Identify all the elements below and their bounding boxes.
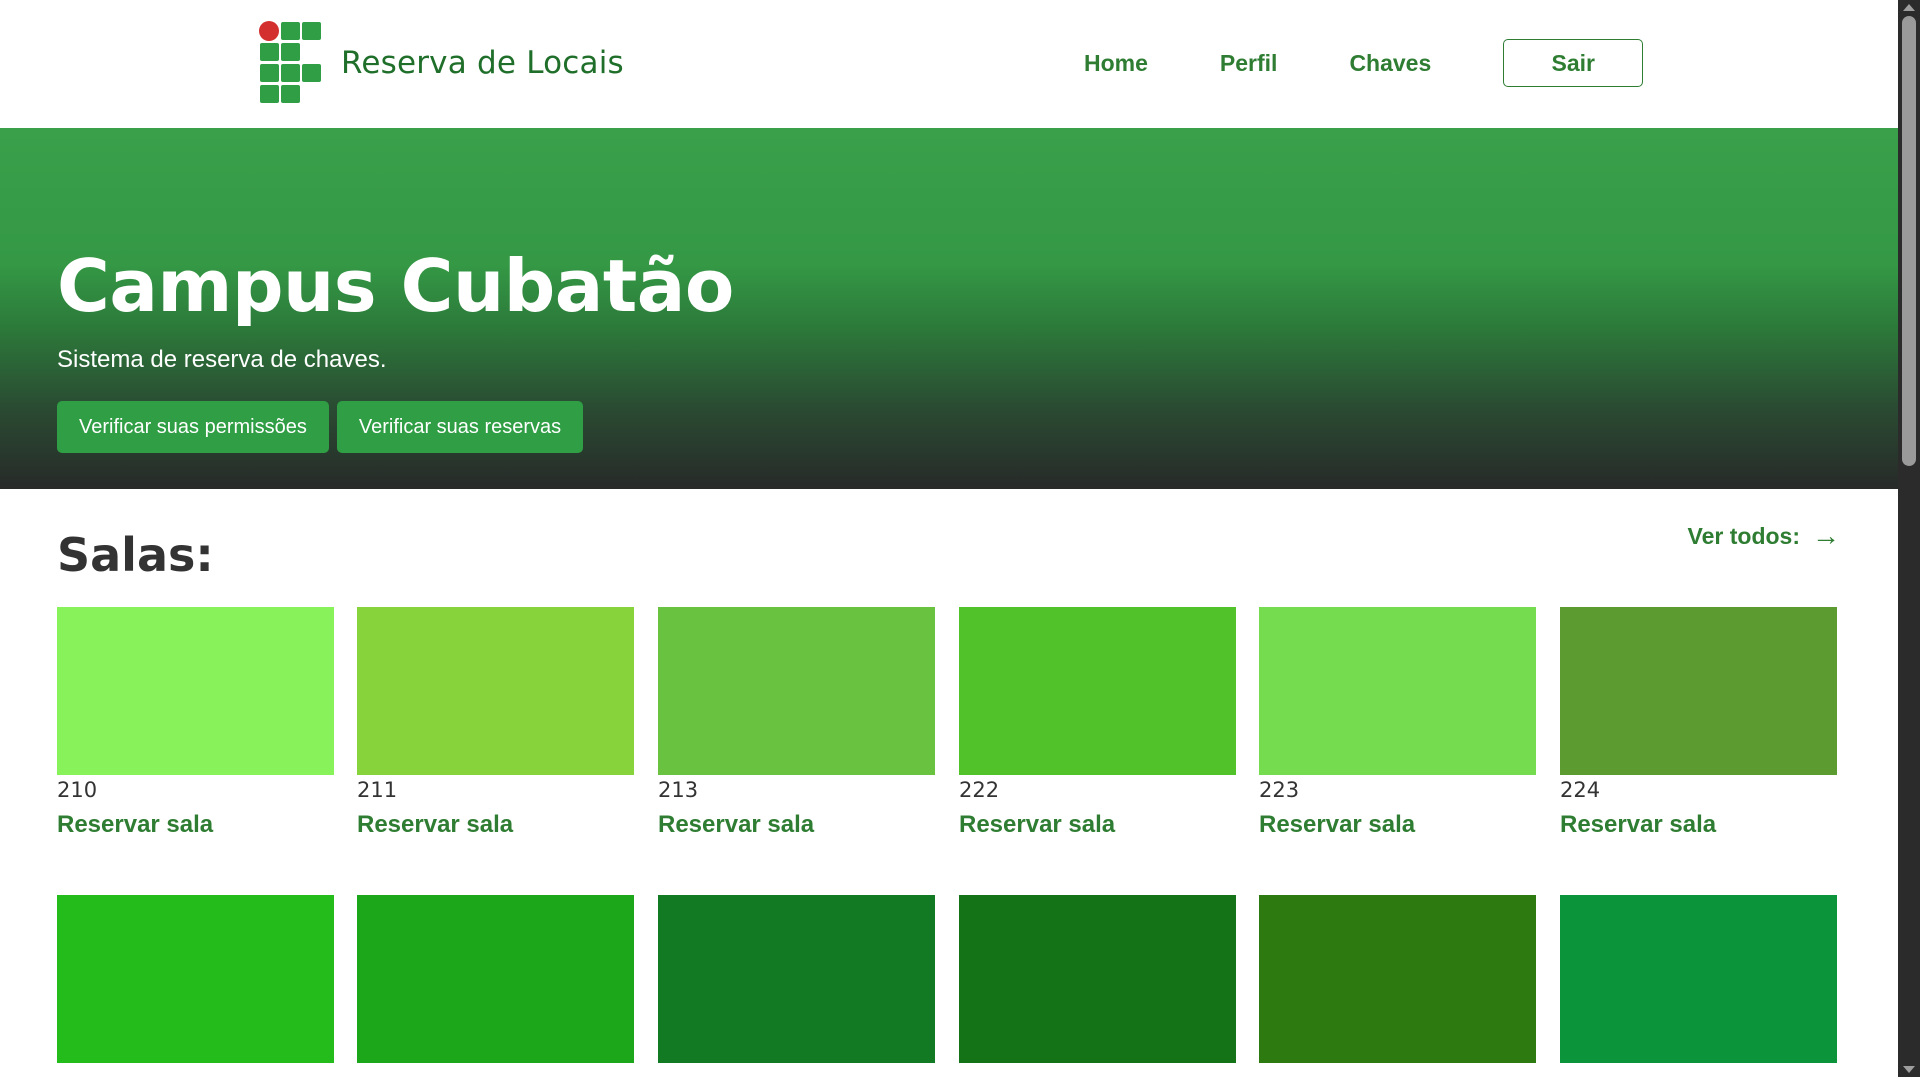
scrollbar-thumb[interactable] <box>1902 16 1916 466</box>
room-card: 223 Reservar sala <box>1259 607 1536 839</box>
brand[interactable]: Reserva de Locais <box>259 20 624 106</box>
room-number: 213 <box>658 778 699 802</box>
scroll-down-arrow-icon[interactable] <box>1903 1066 1915 1073</box>
room-card: 213 Reservar sala <box>658 607 935 839</box>
room-image[interactable] <box>357 607 634 775</box>
nav-links: Home Perfil Chaves Sair <box>1084 38 1644 88</box>
see-all-link[interactable]: Ver todos: → <box>1688 522 1840 550</box>
logo-square <box>302 22 321 40</box>
reserve-room-link[interactable]: Reservar sala <box>57 811 334 839</box>
reserve-room-link[interactable]: Reservar sala <box>1259 811 1536 839</box>
room-image[interactable] <box>658 607 935 775</box>
room-card <box>357 895 634 1063</box>
room-card: 211 Reservar sala <box>357 607 634 839</box>
room-number: 211 <box>357 778 398 802</box>
room-image[interactable] <box>1259 607 1536 775</box>
reserve-room-link[interactable]: Reservar sala <box>959 811 1236 839</box>
brand-title: Reserva de Locais <box>341 45 624 81</box>
logout-button[interactable]: Sair <box>1503 39 1644 87</box>
logo-square <box>281 22 300 40</box>
room-image[interactable] <box>1560 895 1837 1063</box>
room-card <box>1560 895 1837 1063</box>
room-card <box>959 895 1236 1063</box>
room-card: 222 Reservar sala <box>959 607 1236 839</box>
reserve-room-link[interactable]: Reservar sala <box>658 811 935 839</box>
hero-actions: Verificar suas permissões Verificar suas… <box>57 401 584 453</box>
room-number: 222 <box>959 778 1000 802</box>
arrow-right-icon: → <box>1812 520 1840 551</box>
logo-red-dot <box>259 21 279 41</box>
room-image[interactable] <box>357 895 634 1063</box>
room-card <box>57 895 334 1063</box>
reserve-room-link[interactable]: Reservar sala <box>1560 811 1837 839</box>
logo-square <box>281 43 300 61</box>
reserve-room-link[interactable]: Reservar sala <box>357 811 634 839</box>
logo-square <box>281 64 300 82</box>
nav-chaves-link[interactable]: Chaves <box>1349 38 1431 88</box>
logo-square <box>302 64 321 82</box>
hero-title: Campus Cubatão <box>57 244 734 328</box>
vertical-scrollbar[interactable] <box>1898 0 1920 1077</box>
logo-square <box>281 85 300 103</box>
rooms-section-title: Salas: <box>57 528 214 582</box>
navbar: Reserva de Locais Home Perfil Chaves Sai… <box>0 0 1898 128</box>
room-number: 224 <box>1560 778 1601 802</box>
hero-subtitle: Sistema de reserva de chaves. <box>57 346 387 373</box>
room-image[interactable] <box>57 607 334 775</box>
room-card: 224 Reservar sala <box>1560 607 1837 839</box>
scroll-up-arrow-icon[interactable] <box>1903 4 1915 11</box>
room-image[interactable] <box>658 895 935 1063</box>
nav-home-link[interactable]: Home <box>1084 38 1148 88</box>
see-all-label: Ver todos: <box>1687 522 1800 549</box>
room-card <box>658 895 935 1063</box>
check-reservations-button[interactable]: Verificar suas reservas <box>336 401 584 453</box>
page: Reserva de Locais Home Perfil Chaves Sai… <box>0 0 1898 1077</box>
room-number: 210 <box>57 778 98 802</box>
room-image[interactable] <box>57 895 334 1063</box>
logo-square <box>260 64 279 82</box>
room-image[interactable] <box>959 607 1236 775</box>
logo-square <box>260 43 279 61</box>
hero-banner: Campus Cubatão Sistema de reserva de cha… <box>0 128 1898 489</box>
room-number: 223 <box>1259 778 1300 802</box>
room-card <box>1259 895 1536 1063</box>
logo-square <box>260 85 279 103</box>
room-image[interactable] <box>1259 895 1536 1063</box>
nav-perfil-link[interactable]: Perfil <box>1220 38 1278 88</box>
room-card: 210 Reservar sala <box>57 607 334 839</box>
room-image[interactable] <box>959 895 1236 1063</box>
check-permissions-button[interactable]: Verificar suas permissões <box>57 401 329 453</box>
room-image[interactable] <box>1560 607 1837 775</box>
institute-logo <box>259 20 323 106</box>
